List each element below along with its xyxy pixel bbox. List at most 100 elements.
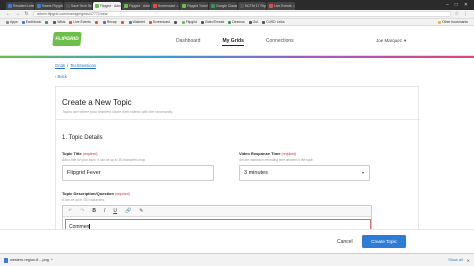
bookmark-favicon-icon <box>94 20 98 24</box>
other-bookmarks-label: Other bookmarks <box>441 20 468 24</box>
bookmark-favicon-icon <box>148 20 152 24</box>
response-time-select[interactable]: 3 minutes ▾ <box>239 165 370 181</box>
tab-label: Save Tech Sess <box>71 4 92 8</box>
nav-connections[interactable]: Connections <box>266 38 294 46</box>
maximize-icon[interactable]: □ <box>455 2 458 8</box>
bookmark-favicon-icon <box>120 20 124 24</box>
bookmark-item[interactable] <box>45 20 49 24</box>
tab-label: Flipgrid Tutori <box>187 4 208 8</box>
download-item[interactable]: western-region-fl....png ^ <box>4 257 53 263</box>
browser-tab[interactable]: Flipgrid Tutori× <box>180 2 208 10</box>
bookmark-label: VideoThread <box>204 20 225 24</box>
tab-label: Sweet Flipgrid <box>42 4 63 8</box>
response-time-label-text: Video Response Time <box>239 151 281 156</box>
bookmark-item[interactable]: Apps <box>6 20 18 24</box>
chevron-up-icon[interactable]: ^ <box>51 258 53 262</box>
bookmark-item[interactable]: Wakelet <box>128 20 145 24</box>
topic-title-help: Add a title for your topic. It can be up… <box>62 158 146 162</box>
underline-button[interactable]: U <box>113 208 117 214</box>
tab-label: Flipgrid · Admin <box>100 4 121 8</box>
bookmark-favicon-icon <box>128 20 132 24</box>
response-time-value: 3 minutes <box>244 170 268 176</box>
bookmark-label: CUSD Links <box>266 20 285 24</box>
other-bookmarks[interactable]: Other bookmarks <box>437 20 468 24</box>
browser-tab[interactable]: Flipgrid · Admin× <box>122 2 150 10</box>
browser-tab[interactable]: Live Events × <box>267 2 295 10</box>
bookmark-item[interactable]: Out <box>248 20 258 24</box>
bookmark-label: Wakelet <box>132 20 145 24</box>
editor-toolbar: ↶ ↷ B I U 🔗 ✎ <box>63 206 371 217</box>
cancel-button[interactable]: Cancel <box>337 239 353 245</box>
topic-title-input[interactable]: Flipgrid Fever <box>62 165 214 181</box>
download-filename: western-region-fl....png <box>10 258 49 262</box>
bold-button[interactable]: B <box>92 208 96 214</box>
window-controls: – □ ✕ <box>446 2 474 8</box>
undo-icon[interactable]: ↶ <box>68 208 72 214</box>
clear-format-icon[interactable]: ✎ <box>139 208 143 214</box>
response-time-label: Video Response Time (required) <box>239 151 296 156</box>
required-tag: (required) <box>115 192 130 196</box>
bookmark-label: Live Events <box>73 20 91 24</box>
breadcrumb-grids[interactable]: Grids <box>55 63 65 68</box>
app-header: FLIPGRID Dashboard My Grids Connections … <box>0 26 474 56</box>
bookmark-item[interactable] <box>173 20 178 24</box>
topic-title-label-text: Topic Title <box>62 151 82 156</box>
back-link[interactable]: ‹ Back <box>55 74 67 79</box>
breadcrumb-separator: / <box>67 63 69 68</box>
forward-arrow-icon[interactable]: → <box>15 11 20 17</box>
show-all-downloads[interactable]: Show all <box>448 258 462 262</box>
bookmark-item[interactable]: CUSD Links <box>262 20 285 24</box>
tab-label: Screencast <box>158 4 175 8</box>
bookmark-favicon-icon <box>21 20 25 24</box>
bookmark-item[interactable]: Recap <box>102 20 117 24</box>
menu-icon[interactable]: ⋮ <box>463 11 468 17</box>
flipgrid-logo[interactable]: FLIPGRID <box>52 32 82 46</box>
bookmark-label: Wikis <box>57 20 66 24</box>
bookmark-item[interactable]: Flipgrid <box>181 20 197 24</box>
close-window-icon[interactable]: ✕ <box>464 2 468 8</box>
url-field[interactable]: admin.flipgrid.com/manage/grids/47771/ne… <box>33 11 451 17</box>
bookmark-item[interactable]: Wikis <box>53 20 65 24</box>
italic-button[interactable]: I <box>104 208 105 214</box>
browser-tab[interactable]: Save Tech Sess× <box>64 2 92 10</box>
minimize-icon[interactable]: – <box>446 2 449 8</box>
link-icon[interactable]: 🔗 <box>125 208 131 214</box>
bookmark-favicon-icon <box>53 20 57 24</box>
nav-my-grids[interactable]: My Grids <box>222 38 244 46</box>
browser-tab[interactable]: Google Classr× <box>209 2 237 10</box>
bookmark-item[interactable]: Screencast <box>148 20 170 24</box>
file-icon <box>4 257 8 263</box>
bookmark-favicon-icon <box>69 20 73 24</box>
redo-icon[interactable]: ↷ <box>80 208 84 214</box>
nav-dashboard[interactable]: Dashboard <box>176 38 200 46</box>
brand-color-stripe <box>0 56 474 58</box>
bookmark-favicon-icon <box>181 20 185 24</box>
bookmark-label: Apps <box>10 20 18 24</box>
bookmark-item[interactable]: Live Events <box>69 20 91 24</box>
browser-tab[interactable]: Resident Letter× <box>6 2 34 10</box>
bookmark-item[interactable]: VideoThread <box>200 20 225 24</box>
required-tag: (required) <box>82 152 98 156</box>
tab-label: Live Events <box>274 4 292 8</box>
create-topic-button[interactable]: Create Topic <box>362 235 406 248</box>
breadcrumb-techsessions[interactable]: TechSessions <box>70 63 96 68</box>
browser-tab[interactable]: Sweet Flipgrid× <box>35 2 63 10</box>
browser-tab[interactable]: Screencast × <box>151 2 179 10</box>
bookmark-star-icon[interactable]: ☆ <box>455 11 459 17</box>
reload-icon[interactable]: ↻ <box>24 11 29 17</box>
favicon-icon <box>8 4 12 8</box>
tab-close-icon[interactable]: × <box>293 4 295 8</box>
bookmark-item[interactable] <box>94 20 99 24</box>
close-icon[interactable]: ✕ <box>467 258 470 263</box>
bookmark-item[interactable] <box>120 20 125 24</box>
bookmark-item[interactable]: Desmos <box>228 20 245 24</box>
page-subtitle: Topics are where your learners share the… <box>62 110 174 114</box>
browser-tab[interactable]: NCTM 17 Flipgr× <box>238 2 266 10</box>
bookmark-item[interactable]: Earthbook <box>21 20 41 24</box>
user-menu[interactable]: Joe Marquez ▾ <box>376 38 406 44</box>
tab-close-icon[interactable]: × <box>176 4 178 8</box>
page-title: Create a New Topic <box>62 98 132 107</box>
bookmark-label: Recap <box>106 20 117 24</box>
back-arrow-icon[interactable]: ← <box>6 11 11 17</box>
browser-tab[interactable]: Flipgrid · Admin× <box>93 2 121 10</box>
